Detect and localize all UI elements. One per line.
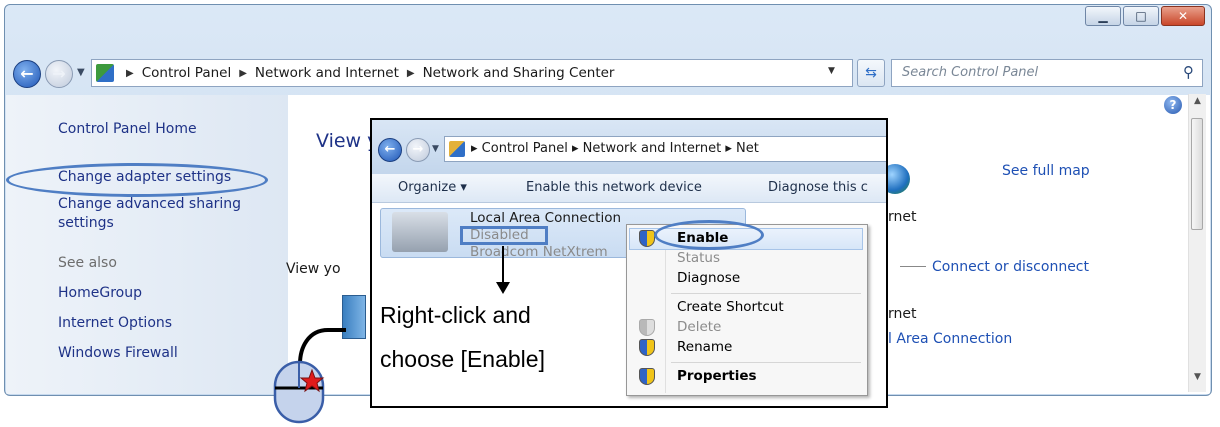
menu-separator bbox=[671, 362, 861, 363]
menu-item-properties[interactable]: Properties bbox=[677, 368, 757, 384]
maximize-button[interactable]: □ bbox=[1123, 6, 1159, 26]
inset-forward-button[interactable]: → bbox=[406, 138, 430, 162]
inset-dropdown-icon[interactable]: ▼ bbox=[432, 144, 439, 154]
forward-arrow-icon: → bbox=[52, 64, 66, 83]
organize-button[interactable]: Organize ▾ bbox=[398, 180, 467, 195]
control-panel-icon bbox=[449, 141, 465, 157]
instruction-line-2: choose [Enable] bbox=[380, 346, 545, 372]
breadcrumb-separator-icon: ▶ bbox=[406, 68, 415, 79]
inset-breadcrumb: ▸ Control Panel ▸ Network and Internet ▸… bbox=[471, 141, 759, 156]
title-bar: ▁ □ ✕ bbox=[5, 5, 1211, 55]
search-icon[interactable]: ⚲ bbox=[1183, 63, 1194, 81]
annotation-arrow bbox=[502, 246, 504, 284]
menu-item-delete: Delete bbox=[677, 319, 722, 335]
caption-buttons: ▁ □ ✕ bbox=[1083, 6, 1205, 26]
diagnose-connection-button[interactable]: Diagnose this c bbox=[768, 180, 868, 195]
sidebar-item-homegroup[interactable]: HomeGroup bbox=[58, 285, 142, 301]
inset-address-bar[interactable]: ▸ Control Panel ▸ Network and Internet ▸… bbox=[444, 136, 886, 162]
sidebar-item-change-advanced-sharing-line2[interactable]: settings bbox=[58, 215, 114, 231]
view-active-networks-label: View yo bbox=[286, 261, 341, 277]
connection-name: Local Area Connection bbox=[470, 210, 622, 226]
close-button[interactable]: ✕ bbox=[1161, 6, 1205, 26]
back-arrow-icon: ← bbox=[384, 142, 396, 157]
vertical-scrollbar[interactable]: ▲ ▼ bbox=[1188, 94, 1206, 392]
scroll-thumb[interactable] bbox=[1191, 118, 1203, 230]
access-type-internet-label: rnet bbox=[888, 306, 917, 322]
minimize-icon: ▁ bbox=[1098, 9, 1108, 23]
mouse-cable bbox=[298, 328, 346, 365]
menu-item-diagnose[interactable]: Diagnose bbox=[677, 270, 740, 286]
breadcrumb-control-panel[interactable]: Control Panel bbox=[142, 65, 232, 81]
highlight-oval-enable bbox=[654, 220, 764, 250]
breadcrumb: ▶ Control Panel ▶ Network and Internet ▶ Netw… bbox=[118, 65, 614, 81]
breadcrumb-separator-icon: ▶ bbox=[239, 68, 247, 79]
maximize-icon: □ bbox=[1135, 9, 1147, 23]
navigation-bar: ← → ▼ ▶ Control Panel ▶ Network and Interne… bbox=[5, 57, 1211, 91]
address-bar[interactable]: ▶ Control Panel ▶ Network and Internet ▶ Netw… bbox=[91, 59, 853, 87]
inset-command-bar: Organize ▾ Enable this network device Di… bbox=[372, 174, 886, 203]
breadcrumb-network-and-internet[interactable]: Network and Internet bbox=[255, 65, 399, 81]
divider-line bbox=[900, 266, 926, 267]
menu-gutter bbox=[665, 227, 666, 393]
search-box[interactable]: Search Control Panel ⚲ bbox=[891, 59, 1203, 87]
see-full-map-link[interactable]: See full map bbox=[1002, 163, 1090, 179]
shield-icon bbox=[639, 230, 655, 247]
back-arrow-icon: ← bbox=[20, 64, 34, 83]
network-adapter-icon bbox=[392, 212, 448, 252]
inset-back-button[interactable]: ← bbox=[378, 138, 402, 162]
menu-item-status: Status bbox=[677, 250, 721, 266]
inset-network-connections-screenshot: ← → ▼ ▸ Control Panel ▸ Network and Inte… bbox=[370, 118, 888, 408]
close-icon: ✕ bbox=[1177, 9, 1189, 23]
help-icon[interactable]: ? bbox=[1164, 96, 1182, 114]
scroll-up-icon[interactable]: ▲ bbox=[1189, 96, 1206, 106]
back-button[interactable]: ← bbox=[13, 60, 41, 88]
menu-item-rename[interactable]: Rename bbox=[677, 339, 732, 355]
shield-icon bbox=[639, 339, 655, 356]
sidebar-item-windows-firewall[interactable]: Windows Firewall bbox=[58, 345, 178, 361]
see-also-label: See also bbox=[58, 255, 117, 271]
control-panel-icon bbox=[96, 64, 114, 82]
mouse-icon bbox=[273, 328, 346, 424]
breadcrumb-separator-icon: ▶ bbox=[126, 68, 134, 79]
refresh-icon: ⇆ bbox=[865, 65, 877, 81]
address-dropdown-icon[interactable]: ▼ bbox=[828, 66, 835, 76]
menu-separator bbox=[671, 293, 861, 294]
highlight-box-disabled bbox=[460, 226, 548, 245]
forward-arrow-icon: → bbox=[412, 142, 424, 157]
sidebar-item-control-panel-home[interactable]: Control Panel Home bbox=[58, 121, 197, 137]
shield-icon bbox=[639, 368, 655, 385]
search-placeholder: Search Control Panel bbox=[902, 65, 1039, 80]
forward-button[interactable]: → bbox=[45, 60, 73, 88]
shield-icon bbox=[639, 319, 655, 336]
local-area-connection-link[interactable]: l Area Connection bbox=[888, 331, 1012, 347]
context-menu: Enable Status Diagnose Create Shortcut D… bbox=[626, 224, 868, 396]
annotation-arrow-head bbox=[496, 282, 510, 294]
sidebar-item-change-advanced-sharing[interactable]: Change advanced sharing bbox=[58, 196, 241, 212]
enable-this-network-device-button[interactable]: Enable this network device bbox=[526, 180, 702, 195]
connection-device: Broadcom NetXtrem bbox=[470, 244, 608, 260]
menu-item-create-shortcut[interactable]: Create Shortcut bbox=[677, 299, 784, 315]
scroll-down-icon[interactable]: ▼ bbox=[1189, 372, 1206, 382]
sidebar: Control Panel Home Change adapter settin… bbox=[6, 95, 288, 394]
refresh-button[interactable]: ⇆ bbox=[857, 59, 885, 87]
connect-or-disconnect-link[interactable]: Connect or disconnect bbox=[932, 259, 1089, 275]
internet-label: rnet bbox=[888, 209, 917, 225]
sidebar-item-internet-options[interactable]: Internet Options bbox=[58, 315, 172, 331]
recent-pages-dropdown-icon[interactable]: ▼ bbox=[77, 67, 85, 78]
breadcrumb-network-and-sharing-center[interactable]: Network and Sharing Center bbox=[423, 65, 615, 81]
minimize-button[interactable]: ▁ bbox=[1085, 6, 1121, 26]
highlight-oval-adapter-settings bbox=[6, 163, 268, 197]
instruction-line-1: Right-click and bbox=[380, 302, 531, 328]
